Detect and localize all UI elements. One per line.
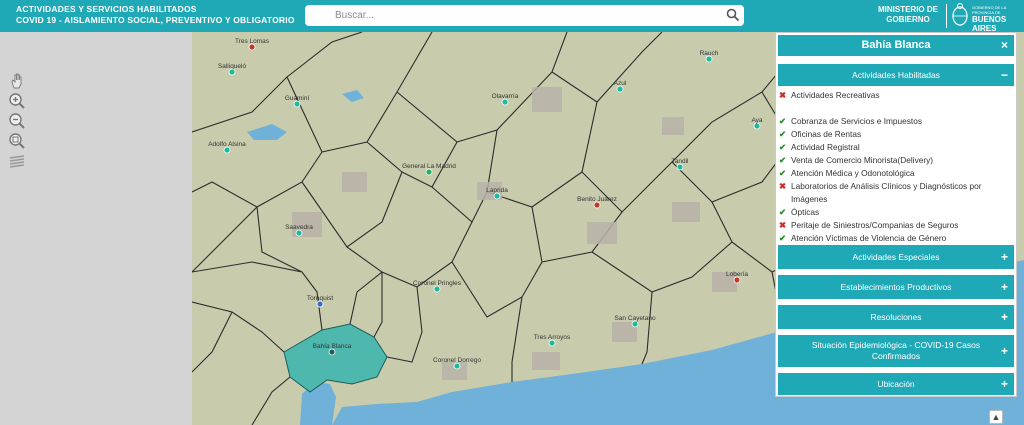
ministry-line1: MINISTERIO DE (877, 5, 938, 14)
place-label: Coronel Pringles (413, 280, 462, 287)
place-label: Azul (614, 80, 627, 87)
hand-icon[interactable] (8, 72, 26, 90)
minus-icon[interactable]: − (1001, 68, 1008, 82)
check-icon: ✔ (779, 155, 787, 165)
item-text: Ópticas (791, 207, 820, 217)
plus-icon[interactable]: + (1001, 377, 1008, 391)
panel-header: Bahía Blanca × (778, 35, 1014, 56)
zoom-box-icon[interactable] (8, 132, 26, 150)
place-label: Tres Arroyos (534, 334, 571, 341)
place-label: Benito Juárez (577, 196, 617, 203)
check-icon: ✔ (779, 142, 787, 152)
panel-title: Bahía Blanca (861, 39, 931, 51)
close-icon[interactable]: × (1001, 35, 1008, 56)
gov-logo: GOBIERNO DE LA PROVINCIA DE BUENOS AIRES (972, 5, 1020, 33)
cross-icon: ✖ (779, 181, 787, 191)
accordion-ubicacion[interactable]: Ubicación + (778, 373, 1014, 395)
list-item: ✖ Actividades Recreativas (779, 89, 1011, 102)
item-text: Actividades Recreativas (791, 90, 880, 100)
accordion-label: Situación Epidemiológica - COVID-19 Caso… (811, 340, 981, 361)
place-label: Lobería (726, 271, 748, 278)
cross-icon: ✖ (779, 90, 787, 100)
accordion-actividades-especiales[interactable]: Actividades Especiales + (778, 245, 1014, 269)
layers-icon[interactable] (8, 152, 26, 170)
map-background-left (0, 32, 192, 425)
gov-logo-small: GOBIERNO DE LA PROVINCIA DE (972, 5, 1007, 15)
app-title-line2: COVID 19 - AISLAMIENTO SOCIAL, PREVENTIV… (16, 15, 295, 25)
list-item: ✔ Atención Víctimas de Violencia de Géne… (779, 232, 1011, 245)
place-label: Laprida (486, 187, 508, 194)
list-item: ✖ Peritaje de Siniestros/Companias de Se… (779, 219, 1011, 232)
accordion-label: Resoluciones (870, 312, 922, 322)
zoom-in-icon[interactable] (8, 92, 26, 110)
search-input[interactable] (305, 5, 715, 26)
place-label: General La Madrid (402, 163, 456, 170)
list-item: ✔ Cobranza de Servicios e Impuestos (779, 115, 1011, 128)
list-item: ✔ Oficinas de Rentas (779, 128, 1011, 141)
place-label: Rauch (700, 50, 719, 57)
gov-logo-big: BUENOS AIRES (972, 15, 1007, 33)
list-item: ✔ Actividad Registral (779, 141, 1011, 154)
item-text: Peritaje de Siniestros/Companias de Segu… (791, 220, 959, 230)
place-label: Tornquist (307, 295, 334, 302)
place-label: Guaminí (285, 95, 310, 102)
check-icon: ✔ (779, 168, 787, 178)
ministry-label: MINISTERIO DE GOBIERNO (873, 5, 943, 25)
plus-icon[interactable]: + (1001, 344, 1008, 358)
place-label: Aya (751, 117, 762, 124)
check-icon: ✔ (779, 116, 787, 126)
app-title-line1: ACTIVIDADES Y SERVICIOS HABILITADOS (16, 4, 197, 14)
check-icon: ✔ (779, 129, 787, 139)
list-item: ✔ Venta de Comercio Minorista(Delivery) (779, 154, 1011, 167)
accordion-label: Actividades Habilitadas (852, 70, 940, 80)
place-label: San Cayetano (614, 315, 656, 322)
list-item: ✔ Ópticas (779, 206, 1011, 219)
place-label: Tandil (672, 158, 690, 165)
place-label: Adolfo Alsina (208, 141, 246, 148)
plus-icon[interactable]: + (1001, 250, 1008, 264)
app-header: ACTIVIDADES Y SERVICIOS HABILITADOS COVI… (0, 0, 1024, 33)
place-label: Saavedra (285, 224, 313, 231)
item-text: Oficinas de Rentas (791, 129, 862, 139)
place-label: Tres Lomas (235, 38, 270, 45)
place-label: Salliqueló (218, 63, 247, 70)
item-text: Atención Médica y Odonotológica (791, 168, 915, 178)
info-panel: Bahía Blanca × Actividades Habilitadas −… (775, 32, 1017, 397)
expand-icon[interactable]: ▲ (989, 410, 1003, 424)
item-text: Atención Víctimas de Violencia de Género (791, 233, 947, 243)
plus-icon[interactable]: + (1001, 310, 1008, 324)
item-text: Laboratorios de Análisis Clínicos y Diag… (791, 181, 982, 204)
header-divider (946, 4, 947, 28)
list-item: ✔ Atención Médica y Odonotológica (779, 167, 1011, 180)
accordion-actividades-habilitadas[interactable]: Actividades Habilitadas − (778, 64, 1014, 86)
accordion-label: Establecimientos Productivos (840, 282, 952, 292)
province-seal-icon (952, 3, 968, 26)
zoom-out-icon[interactable] (8, 112, 26, 130)
accordion-situacion-epidemiologica[interactable]: Situación Epidemiológica - COVID-19 Caso… (778, 335, 1014, 367)
accordion-resoluciones[interactable]: Resoluciones + (778, 305, 1014, 329)
check-icon: ✔ (779, 207, 787, 217)
cross-icon: ✖ (779, 220, 787, 230)
item-text: Cobranza de Servicios e Impuestos (791, 116, 922, 126)
search-box (305, 5, 744, 26)
check-icon: ✔ (779, 233, 787, 243)
place-label: Bahía Blanca (313, 343, 352, 350)
accordion-label: Ubicación (877, 379, 915, 389)
search-icon[interactable] (726, 8, 740, 22)
app-title: ACTIVIDADES Y SERVICIOS HABILITADOS COVI… (16, 4, 295, 26)
accordion-label: Actividades Especiales (852, 252, 940, 262)
accordion-establecimientos-productivos[interactable]: Establecimientos Productivos + (778, 275, 1014, 299)
place-label: Olavarría (492, 93, 519, 100)
ministry-line2: GOBIERNO (886, 15, 930, 24)
item-text: Actividad Registral (791, 142, 860, 152)
plus-icon[interactable]: + (1001, 280, 1008, 294)
list-item: ✖ Laboratorios de Análisis Clínicos y Di… (779, 180, 1011, 206)
item-text: Venta de Comercio Minorista(Delivery) (791, 155, 934, 165)
place-label: Coronel Dorrego (433, 357, 481, 364)
